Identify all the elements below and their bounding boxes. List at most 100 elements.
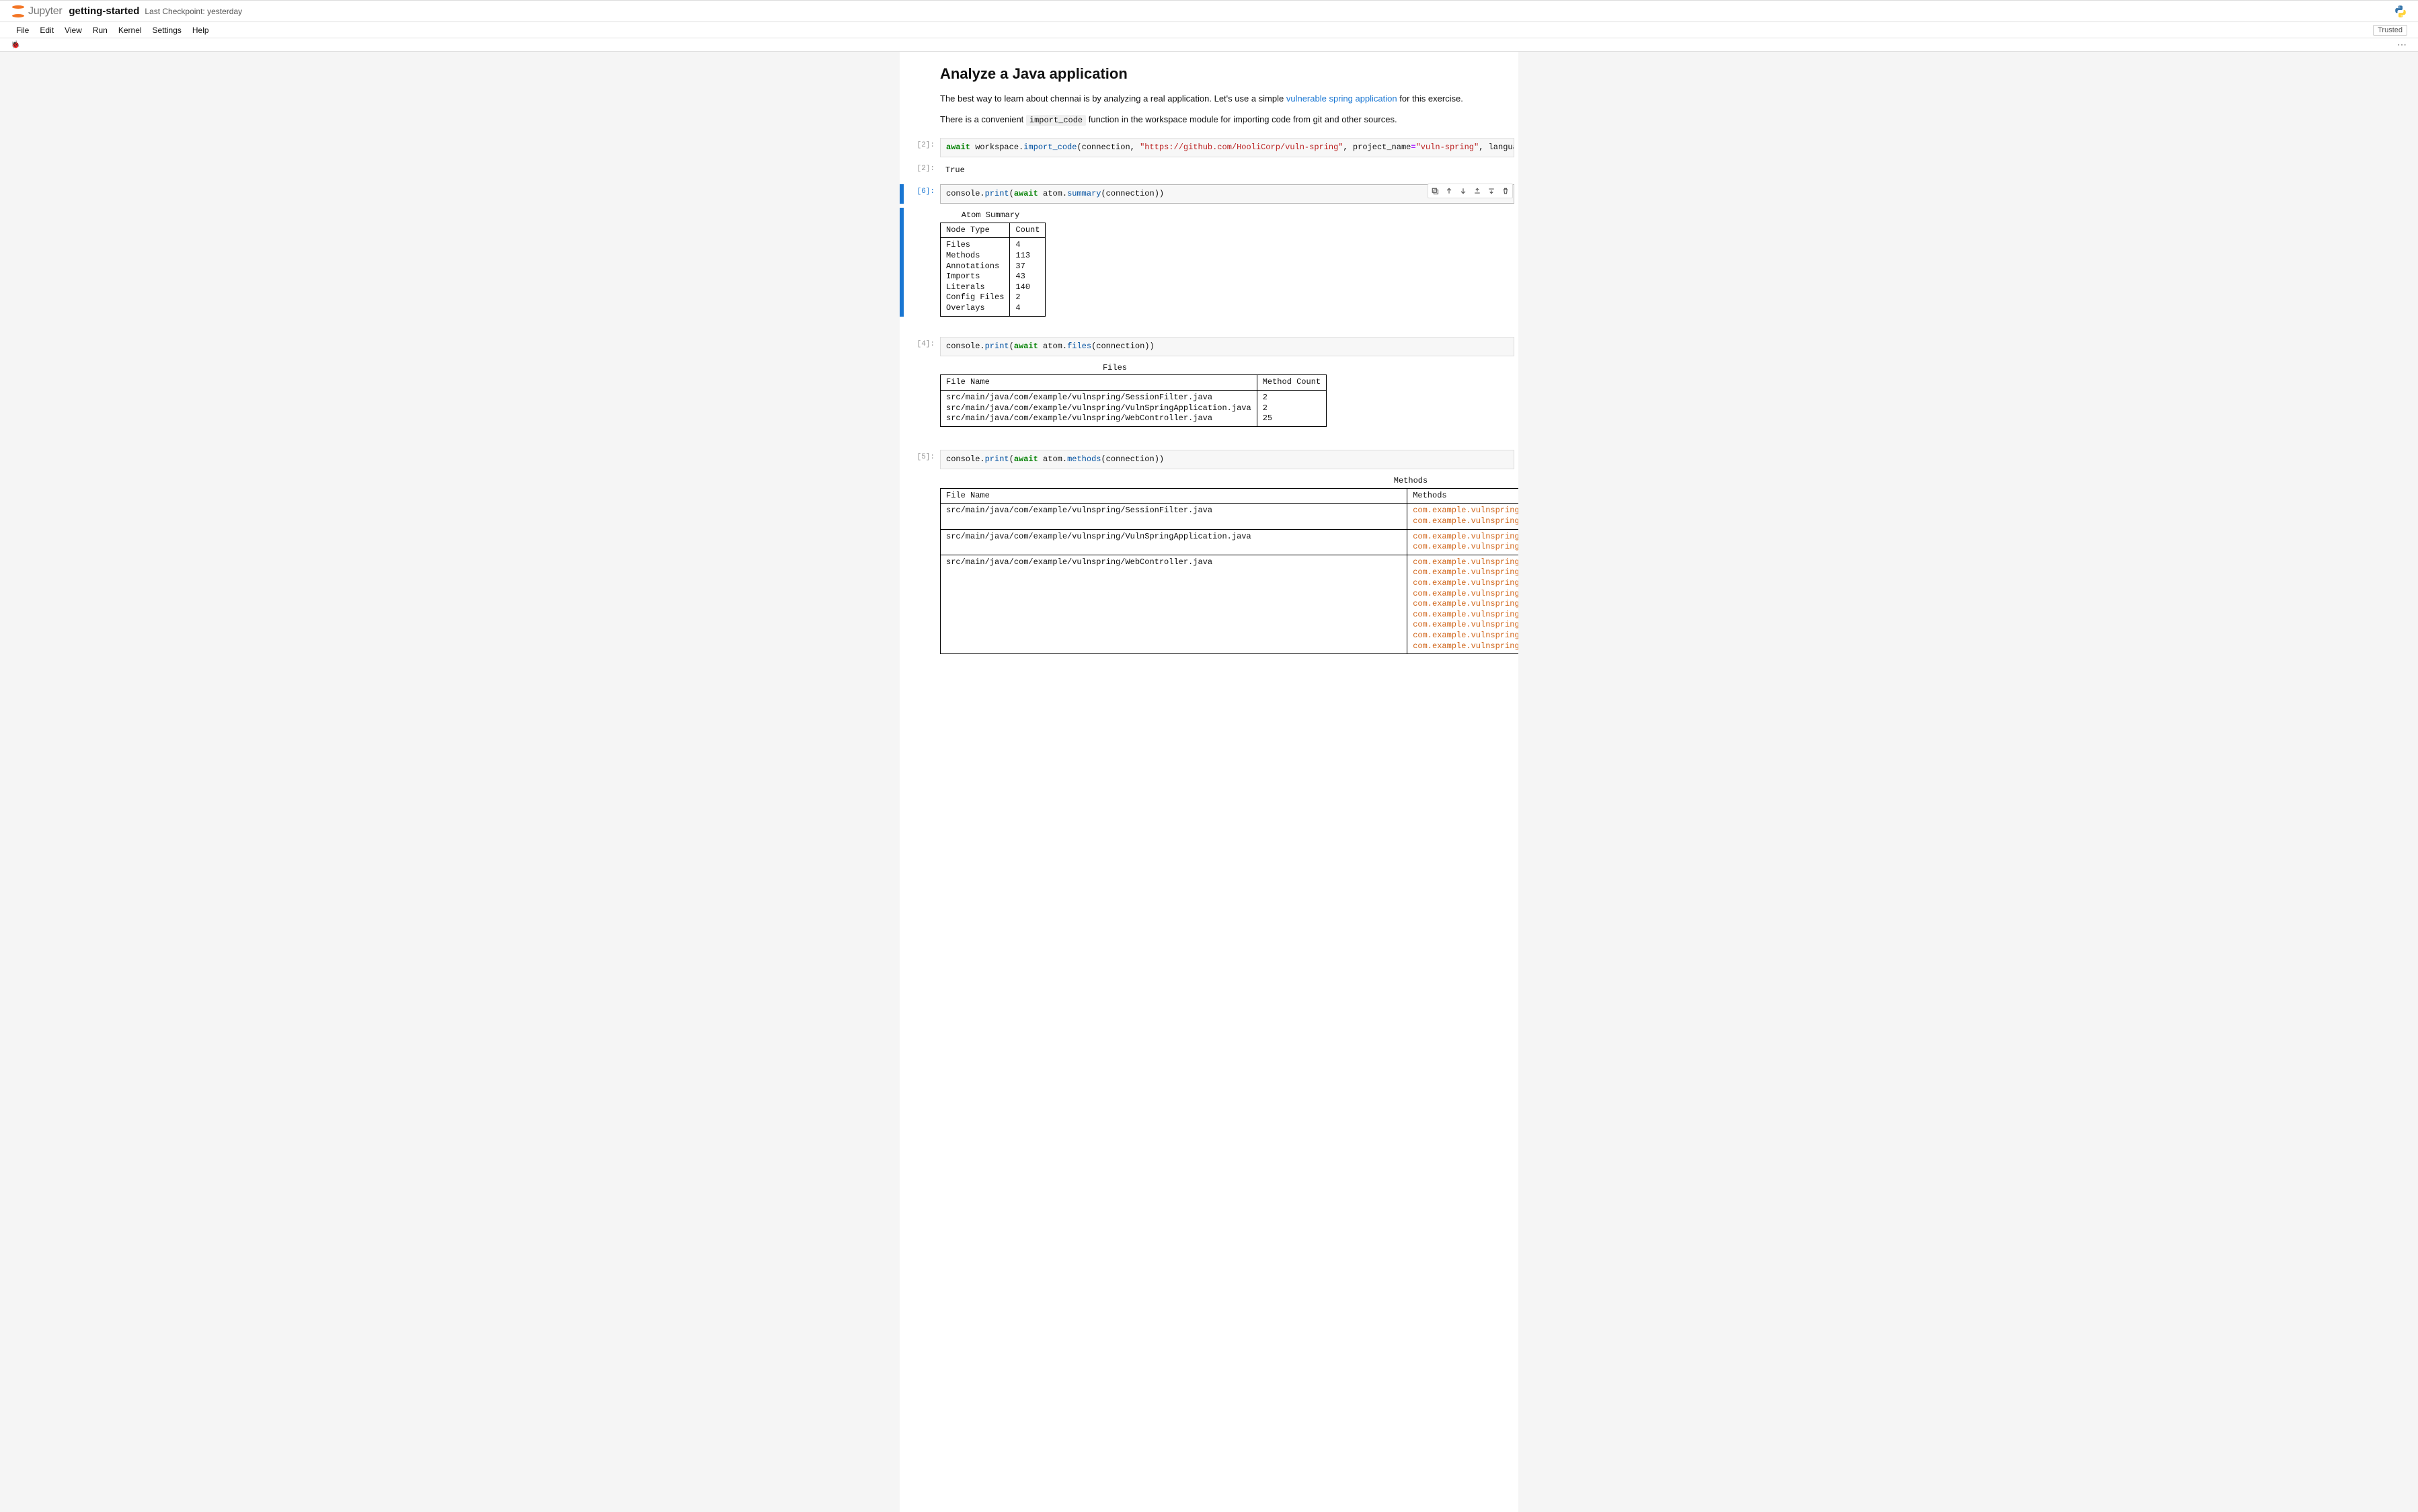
debug-icon[interactable]: 🐞	[11, 40, 20, 49]
tok: , language	[1479, 143, 1514, 152]
td: 4 113 37 43 140 2 4	[1010, 238, 1046, 316]
methods-table: Methods File Name Methods src/main/java/…	[940, 476, 1514, 654]
inline-code: import_code	[1026, 115, 1086, 126]
insert-above-icon[interactable]	[1471, 185, 1483, 197]
th: Node Type	[941, 223, 1010, 238]
td: src/main/java/com/example/vulnspring/Ses…	[941, 391, 1257, 427]
table-title: Methods	[940, 476, 1518, 487]
tok: await	[1014, 189, 1038, 198]
tok: "vuln-spring"	[1416, 143, 1479, 152]
tok: , project_name	[1343, 143, 1411, 152]
output-cell: Atom Summary Node Type Count Files Metho…	[900, 208, 1518, 332]
markdown-cell[interactable]: Analyze a Java application The best way …	[940, 65, 1478, 127]
tok: files	[1067, 342, 1091, 351]
th: Method Count	[1257, 375, 1326, 391]
tok: console.	[946, 189, 985, 198]
table-header-row: Node Type Count	[941, 223, 1046, 238]
notebook-container: Analyze a Java application The best way …	[900, 52, 1518, 1512]
prompt	[904, 360, 940, 427]
td: 2 2 25	[1257, 391, 1326, 427]
table-row: Files Methods Annotations Imports Litera…	[941, 238, 1046, 316]
code-input[interactable]: console.print(await atom.files(connectio…	[940, 337, 1514, 356]
td: src/main/java/com/example/vulnspring/Vul…	[941, 529, 1407, 555]
prompt: [2]:	[904, 138, 940, 157]
duplicate-icon[interactable]	[1429, 185, 1441, 197]
code-cell[interactable]: [5]: console.print(await atom.methods(co…	[900, 450, 1518, 469]
menu-kernel[interactable]: Kernel	[113, 24, 147, 37]
td: src/main/java/com/example/vulnspring/Web…	[941, 555, 1407, 653]
th: File Name	[941, 375, 1257, 391]
text: There is a convenient	[940, 114, 1026, 124]
notebook-area: Analyze a Java application The best way …	[0, 52, 2418, 1512]
tok: (connection))	[1091, 342, 1155, 351]
more-icon[interactable]: ⋯	[2397, 39, 2407, 50]
th: Count	[1010, 223, 1046, 238]
text: The best way to learn about chennai is b…	[940, 93, 1286, 104]
tok: summary	[1067, 189, 1101, 198]
text: for this exercise.	[1397, 93, 1463, 104]
toolbar: 🐞 ⋯	[0, 38, 2418, 52]
jupyter-brand-text: Jupyter	[28, 5, 62, 17]
tok: console.	[946, 342, 985, 351]
table-header-row: File Name Method Count	[941, 375, 1327, 391]
tok: atom.	[1038, 189, 1067, 198]
code-cell[interactable]: [4]: console.print(await atom.files(conn…	[900, 337, 1518, 356]
tok: methods	[1067, 454, 1101, 464]
table-title: Atom Summary	[940, 210, 1041, 221]
td: com.example.vulnspring.WebController.hom…	[1407, 555, 1518, 653]
table-row: src/main/java/com/example/vulnspring/Ses…	[941, 391, 1327, 427]
code-cell[interactable]: [2]: await workspace.import_code(connect…	[900, 138, 1518, 157]
prompt: [2]:	[904, 161, 940, 180]
tok: "https://github.com/HooliCorp/vuln-sprin…	[1140, 143, 1343, 152]
menu-run[interactable]: Run	[87, 24, 113, 37]
tok: (connection))	[1101, 454, 1164, 464]
move-down-icon[interactable]	[1457, 185, 1469, 197]
cell-toolbar	[1428, 184, 1513, 198]
menu-edit[interactable]: Edit	[34, 24, 59, 37]
code-input[interactable]: await workspace.import_code(connection, …	[940, 138, 1514, 157]
paragraph: The best way to learn about chennai is b…	[940, 92, 1478, 106]
delete-icon[interactable]	[1499, 185, 1512, 197]
output-cell: Files File Name Method Count src/main/ja…	[900, 360, 1518, 446]
files-table: Files File Name Method Count src/main/ja…	[940, 363, 1514, 427]
code-input[interactable]: console.print(await atom.methods(connect…	[940, 450, 1514, 469]
table-header-row: File Name Methods	[941, 488, 1519, 504]
jupyter-icon	[11, 4, 26, 19]
code-output: True	[940, 161, 1514, 180]
paragraph: There is a convenient import_code functi…	[940, 113, 1478, 127]
jupyter-logo[interactable]: Jupyter	[11, 4, 62, 19]
tok: workspace.	[970, 143, 1023, 152]
prompt	[904, 208, 940, 316]
python-icon[interactable]	[2394, 5, 2407, 18]
code-cell-selected[interactable]: [6]: console.print(await atom.summary(co…	[900, 184, 1518, 204]
menu-view[interactable]: View	[59, 24, 87, 37]
tok: (connection,	[1077, 143, 1140, 152]
th: Methods	[1407, 488, 1518, 504]
tok: print	[985, 189, 1009, 198]
table-row: src/main/java/com/example/vulnspring/Vul…	[941, 529, 1519, 555]
menu-file[interactable]: File	[11, 24, 34, 37]
tok: await	[1014, 454, 1038, 464]
notebook-name[interactable]: getting-started	[69, 5, 139, 17]
menu-help[interactable]: Help	[187, 24, 214, 37]
tok: (	[1009, 189, 1014, 198]
trusted-badge[interactable]: Trusted	[2373, 25, 2407, 36]
vulnerable-spring-link[interactable]: vulnerable spring application	[1286, 93, 1397, 104]
th: File Name	[941, 488, 1407, 504]
table-row: src/main/java/com/example/vulnspring/Web…	[941, 555, 1519, 653]
prompt: [5]:	[904, 450, 940, 469]
checkpoint-label: Last Checkpoint: yesterday	[145, 7, 242, 16]
table-row: src/main/java/com/example/vulnspring/Ses…	[941, 504, 1519, 529]
tok: (	[1009, 454, 1014, 464]
move-up-icon[interactable]	[1443, 185, 1455, 197]
text: function in the workspace module for imp…	[1086, 114, 1397, 124]
menu-bar: File Edit View Run Kernel Settings Help …	[0, 22, 2418, 38]
summary-table: Atom Summary Node Type Count Files Metho…	[940, 210, 1514, 316]
tok: (	[1009, 342, 1014, 351]
td: com.example.vulnspring.SessionFilter.doF…	[1407, 504, 1518, 529]
prompt: [6]:	[904, 184, 940, 204]
menu-settings[interactable]: Settings	[147, 24, 187, 37]
td: Files Methods Annotations Imports Litera…	[941, 238, 1010, 316]
insert-below-icon[interactable]	[1485, 185, 1497, 197]
tok: print	[985, 454, 1009, 464]
